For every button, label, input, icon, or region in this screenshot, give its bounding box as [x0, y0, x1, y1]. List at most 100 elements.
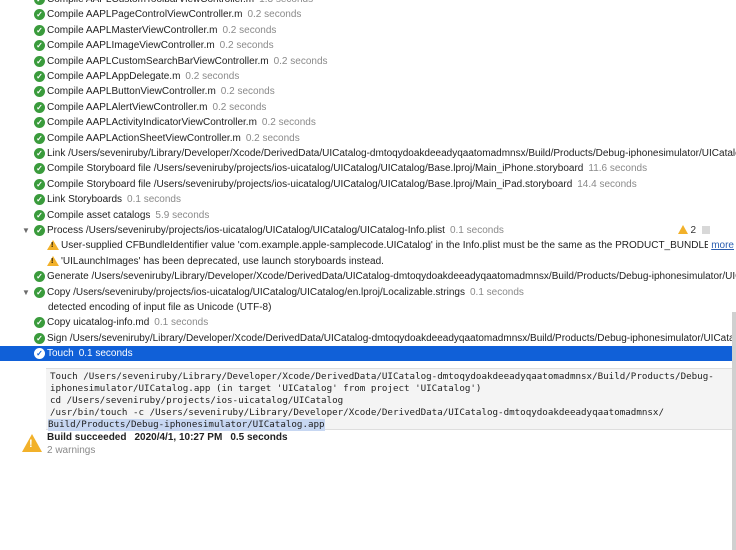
- success-checkmark-icon: ✓: [34, 271, 45, 282]
- transcript-line: cd /Users/seveniruby/projects/ios-uicata…: [50, 395, 344, 406]
- step-duration: 0.2 seconds: [212, 102, 267, 113]
- success-checkmark-icon: ✓: [34, 40, 45, 51]
- success-checkmark-icon: ✓: [34, 333, 45, 344]
- build-step-row[interactable]: ✓ Compile Storyboard file /Users/seveniru…: [0, 177, 736, 192]
- step-label: 'UILaunchImages' has been deprecated, us…: [61, 256, 384, 267]
- build-step-row[interactable]: ✓ Generate /Users/seveniruby/Library/Deve…: [0, 269, 736, 284]
- success-checkmark-icon: ✓: [34, 163, 45, 174]
- build-step-row[interactable]: ✓ Touch 0.1 seconds: [0, 346, 736, 361]
- warning-message-row[interactable]: ! User-supplied CFBundleIdentifier value …: [0, 238, 736, 253]
- step-label: Compile AAPLActionSheetViewController.m 0…: [47, 133, 300, 144]
- step-label: Compile AAPLAppDelegate.m 0.2 seconds: [47, 71, 240, 82]
- success-checkmark-icon: ✓: [34, 102, 45, 113]
- warning-icon: !: [47, 240, 59, 250]
- step-duration: 11.6 seconds: [588, 163, 648, 174]
- warning-count-badge[interactable]: 2: [678, 223, 710, 238]
- step-label: Compile AAPLMasterViewController.m 0.2 se…: [47, 25, 277, 36]
- step-label: Compile AAPLPageControlViewController.m 0…: [47, 9, 302, 20]
- step-label: Copy /Users/seveniruby/projects/ios-uica…: [47, 287, 524, 298]
- step-label: Compile Storyboard file /Users/sevenirub…: [47, 163, 648, 174]
- success-checkmark-icon: ✓: [34, 148, 45, 159]
- step-label: Compile AAPLAlertViewController.m 0.2 sec…: [47, 102, 267, 113]
- build-step-row[interactable]: ✓ Compile AAPLPageControlViewController.m…: [0, 7, 736, 22]
- step-label: Compile AAPLImageViewController.m 0.2 sec…: [47, 40, 274, 51]
- build-status-text: Build succeeded: [47, 432, 127, 443]
- warning-message-row[interactable]: ! 'UILaunchImages' has been deprecated, u…: [0, 254, 736, 269]
- step-duration: 0.2 seconds: [247, 9, 302, 20]
- step-label: Compile AAPLActivityIndicatorViewControl…: [47, 117, 316, 128]
- build-step-row[interactable]: ✓ Compile AAPLAppDelegate.m 0.2 seconds: [0, 69, 736, 84]
- step-duration: 0.2 seconds: [219, 40, 274, 51]
- success-checkmark-icon: ✓: [34, 25, 45, 36]
- step-label: Compile AAPLButtonViewController.m 0.2 se…: [47, 86, 275, 97]
- issue-filter-icon[interactable]: [702, 226, 710, 234]
- build-step-row[interactable]: ✓ Compile AAPLActionSheetViewController.m…: [0, 131, 736, 146]
- build-step-row[interactable]: ✓ Compile Storyboard file /Users/seveniru…: [0, 161, 736, 176]
- success-checkmark-icon: ✓: [34, 225, 45, 236]
- disclosure-triangle-icon[interactable]: ▼: [22, 223, 31, 238]
- step-label: Link /Users/seveniruby/Library/Developer…: [47, 148, 736, 159]
- build-step-row[interactable]: ✓ Compile AAPLCustomSearchBarViewControll…: [0, 54, 736, 69]
- success-checkmark-icon: ✓: [34, 348, 45, 359]
- step-label: Process /Users/seveniruby/projects/ios-u…: [47, 225, 504, 236]
- success-checkmark-icon: ✓: [34, 9, 45, 20]
- transcript-text: /usr/bin/touch -c /Users/seveniruby/Libr…: [50, 407, 664, 418]
- scrollbar[interactable]: [732, 312, 736, 550]
- step-duration: 0.2 seconds: [261, 117, 316, 128]
- step-label: Copy uicatalog-info.md 0.1 seconds: [47, 317, 209, 328]
- success-checkmark-icon: ✓: [34, 179, 45, 190]
- success-checkmark-icon: ✓: [34, 117, 45, 128]
- step-duration: 0.2 seconds: [185, 71, 240, 82]
- build-step-row[interactable]: ✓ Compile AAPLImageViewController.m 0.2 se…: [0, 38, 736, 53]
- success-checkmark-icon: ✓: [34, 194, 45, 205]
- warning-count[interactable]: 2 warnings: [47, 445, 95, 456]
- step-duration: 5.9 seconds: [155, 210, 210, 221]
- build-step-row[interactable]: ✓ Link Storyboards 0.1 seconds: [0, 192, 736, 207]
- build-step-row[interactable]: ✓ Link /Users/seveniruby/Library/Develope…: [0, 146, 736, 161]
- success-checkmark-icon: ✓: [34, 56, 45, 67]
- build-timestamp: 2020/4/1, 10:27 PM: [134, 432, 223, 443]
- success-checkmark-icon: ✓: [34, 71, 45, 82]
- step-label: Compile asset catalogs 5.9 seconds: [47, 210, 210, 221]
- transcript-line: Touch /Users/seveniruby/Library/Develope…: [50, 371, 714, 382]
- warning-icon: [678, 225, 689, 234]
- build-step-row[interactable]: ✓ Sign /Users/seveniruby/Library/Develope…: [0, 331, 736, 346]
- build-duration: 0.5 seconds: [230, 432, 288, 443]
- step-label: Compile AAPLCustomSearchBarViewControlle…: [47, 56, 328, 67]
- disclosure-triangle-icon[interactable]: ▼: [22, 285, 31, 300]
- more-link[interactable]: more: [708, 238, 734, 253]
- step-label: Sign /Users/seveniruby/Library/Developer…: [47, 333, 736, 344]
- step-label: Touch 0.1 seconds: [47, 348, 133, 359]
- command-transcript[interactable]: Touch /Users/seveniruby/Library/Develope…: [46, 368, 736, 431]
- build-summary: ! Build succeeded 2020/4/1, 10:27 PM 0.5 s…: [20, 430, 720, 460]
- note-row[interactable]: detected encoding of input file as Unico…: [0, 300, 736, 315]
- warning-icon: !: [47, 256, 59, 266]
- build-step-row[interactable]: ▼ ✓ Copy /Users/seveniruby/projects/ios-ui…: [0, 285, 736, 300]
- build-step-row[interactable]: ▼ ✓ Process /Users/seveniruby/projects/ios…: [0, 223, 736, 238]
- step-duration: 0.1 seconds: [127, 194, 181, 205]
- success-checkmark-icon: ✓: [34, 0, 45, 5]
- build-step-row[interactable]: ✓Compile AAPLCustomToolbarViewController…: [0, 0, 736, 7]
- step-duration: 0.1 seconds: [449, 225, 504, 236]
- step-label: Compile Storyboard file /Users/sevenirub…: [47, 179, 637, 190]
- build-step-row[interactable]: ✓ Compile AAPLMasterViewController.m 0.2 s…: [0, 23, 736, 38]
- build-step-row[interactable]: ✓ Copy uicatalog-info.md 0.1 seconds: [0, 315, 736, 330]
- success-checkmark-icon: ✓: [34, 287, 45, 298]
- build-step-row[interactable]: ✓ Compile AAPLAlertViewController.m 0.2 se…: [0, 100, 736, 115]
- step-duration: 1.3 seconds: [259, 0, 313, 5]
- transcript-line-selected: /usr/bin/touch -c /Users/seveniruby/Libr…: [50, 407, 664, 419]
- step-duration: 14.4 seconds: [577, 179, 637, 190]
- success-checkmark-icon: ✓: [34, 133, 45, 144]
- step-duration: 0.2 seconds: [222, 25, 277, 36]
- step-duration: 0.2 seconds: [273, 56, 328, 67]
- success-checkmark-icon: ✓: [34, 210, 45, 221]
- build-step-row[interactable]: ✓ Compile asset catalogs 5.9 seconds: [0, 208, 736, 223]
- build-step-row[interactable]: ✓ Compile AAPLActivityIndicatorViewContro…: [0, 115, 736, 130]
- badge-count: 2: [690, 225, 696, 236]
- step-duration: 0.1 seconds: [154, 317, 209, 328]
- transcript-line: iphonesimulator/UICatalog.app (in target…: [50, 383, 482, 394]
- step-duration: 0.2 seconds: [220, 86, 275, 97]
- build-step-row[interactable]: ✓ Compile AAPLButtonViewController.m 0.2 s…: [0, 84, 736, 99]
- step-label: detected encoding of input file as Unico…: [48, 302, 272, 313]
- step-duration: 0.2 seconds: [245, 133, 300, 144]
